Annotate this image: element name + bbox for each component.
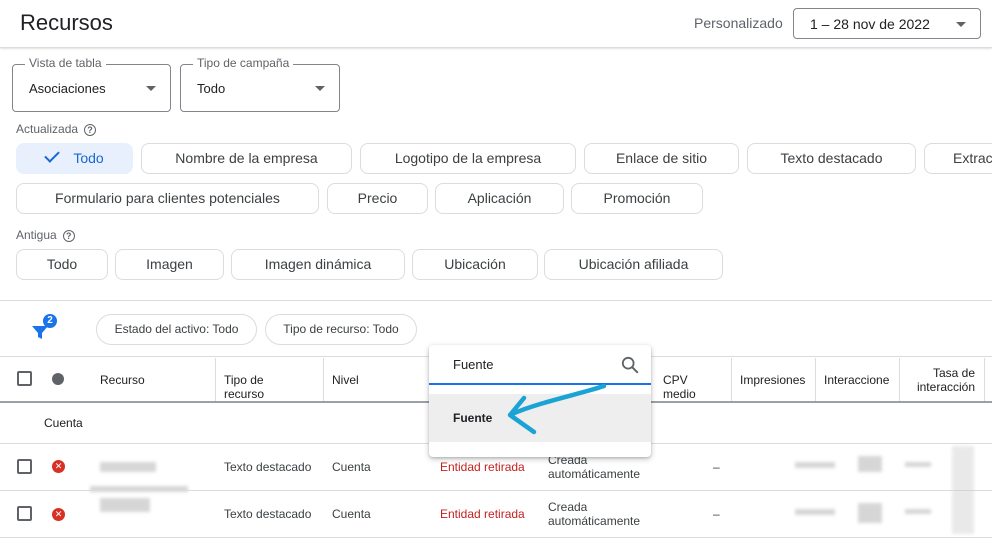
redacted-impressions [795,462,835,468]
error-icon: ✕ [52,460,65,473]
section-divider [0,300,992,301]
filter-chip-asset-status[interactable]: Estado del activo: Todo [96,314,257,345]
redacted-asset [90,486,188,492]
header-rate-line2: interacción [916,380,975,394]
redacted-impressions [795,509,835,515]
header-interactions-label: Interaccione [824,373,890,387]
chip-updated-todo[interactable]: Todo [16,143,133,174]
chip-label: Todo [73,150,104,166]
cell-nivel: Cuenta [332,460,371,474]
cell-origen-2: automáticamente [548,514,641,528]
annotation-arrow-icon [507,383,607,435]
header-interaction-rate[interactable]: Tasa de interacción [903,358,975,402]
updated-label-text: Actualizada [16,122,79,136]
row-checkbox[interactable] [17,506,32,521]
redacted-rate [905,462,931,467]
col-sep [899,358,900,402]
column-option-label: Fuente [453,411,493,425]
date-range-value: 1 – 28 nov de 2022 [810,16,930,32]
table-view-label: Vista de tabla [25,56,106,70]
cell-estado: Entidad retirada [440,460,525,474]
filter-chip-asset-type[interactable]: Tipo de recurso: Todo [265,314,417,345]
search-icon[interactable] [621,356,639,374]
chip-callout[interactable]: Texto destacado [747,143,916,174]
campaign-type-label: Tipo de campaña [193,56,294,70]
redacted-interactions [858,503,882,523]
chip-business-name[interactable]: Nombre de la empresa [141,143,352,174]
chip-dynamic-image[interactable]: Imagen dinámica [231,249,405,280]
col-sep [815,358,816,402]
status-dot-icon [52,373,64,385]
error-icon: ✕ [52,508,65,521]
cell-origen-2: automáticamente [548,467,641,481]
chevron-down-icon [315,86,325,91]
group-label: Cuenta [44,416,83,430]
legacy-section-label: Antigua? [16,228,75,242]
chip-lead-form[interactable]: Formulario para clientes potenciales [16,183,319,214]
row-checkbox[interactable] [17,459,32,474]
chip-price[interactable]: Precio [327,183,428,214]
chip-location[interactable]: Ubicación [412,249,538,280]
help-icon[interactable]: ? [62,230,75,242]
redacted-rate [905,509,931,514]
redacted-asset [100,498,150,512]
cell-estado: Entidad retirada [440,507,525,521]
header-rate-line1: Tasa de [932,366,975,380]
help-icon[interactable]: ? [84,124,97,136]
redacted-rate-column [952,446,974,534]
chip-promotion[interactable]: Promoción [571,183,703,214]
campaign-type-select[interactable]: Tipo de campaña Todo [180,56,340,112]
chevron-down-icon [956,22,966,27]
header-tipo-label: Tipo de recurso [224,373,265,401]
header-nivel-label: Nivel [332,373,359,387]
chip-app[interactable]: Aplicación [435,183,564,214]
cell-nivel: Cuenta [332,507,371,521]
table-view-select[interactable]: Vista de tabla Asociaciones [12,56,171,112]
updated-section-label: Actualizada? [16,122,97,136]
col-sep [323,358,324,402]
header-cpv-label: CPV medio [663,373,696,401]
cell-origen-1: Creada [548,500,588,514]
table-view-value: Asociaciones [29,81,106,96]
cell-cpv: – [713,460,720,474]
chip-image[interactable]: Imagen [115,249,224,280]
cell-tipo: Texto destacado [224,507,312,521]
checkmark-icon [44,147,61,163]
header-recurso-label: Recurso [100,373,145,387]
redacted-interactions [858,456,882,472]
select-all-checkbox[interactable] [17,371,32,386]
chip-business-logo[interactable]: Logotipo de la empresa [360,143,576,174]
chip-affiliate-location[interactable]: Ubicación afiliada [544,249,723,280]
col-sep [215,358,216,402]
chip-sitelink[interactable]: Enlace de sitio [584,143,739,174]
date-preset-label: Personalizado [694,15,783,31]
page-title: Recursos [20,10,113,35]
chip-extract[interactable]: Extrac [924,143,992,174]
header-impressions-label: Impresiones [740,373,806,387]
col-sep [984,358,985,402]
chip-legacy-todo[interactable]: Todo [16,249,108,280]
date-range-selector[interactable]: 1 – 28 nov de 2022 [793,8,981,39]
row-divider [0,537,992,538]
filter-count-badge: 2 [47,315,53,326]
cell-cpv: – [713,507,720,521]
redacted-asset [100,462,156,472]
cell-tipo: Texto destacado [224,460,312,474]
row-divider [0,490,992,491]
campaign-type-value: Todo [197,81,226,96]
chevron-down-icon [146,86,156,91]
col-sep [731,358,732,402]
column-search-input[interactable] [429,345,651,385]
page-header: Recursos Personalizado 1 – 28 nov de 202… [0,0,992,48]
legacy-label-text: Antigua [16,228,57,242]
filter-icon[interactable]: 2 [30,314,60,340]
